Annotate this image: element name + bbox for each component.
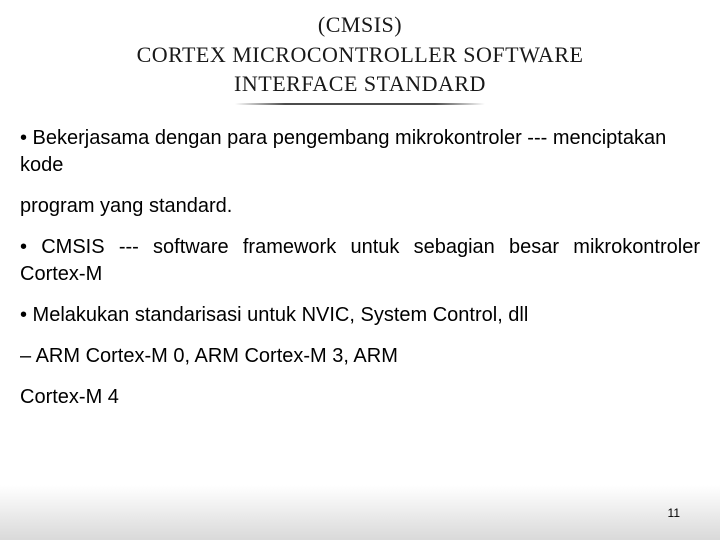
bullet-4: – ARM Cortex-M 0, ARM Cortex-M 3, ARM xyxy=(20,343,700,370)
bullet-2: • CMSIS --- software framework untuk seb… xyxy=(20,234,700,288)
slide: (CMSIS) CORTEX MICROCONTROLLER SOFTWARE … xyxy=(0,0,720,540)
title-underline xyxy=(235,103,485,105)
title-line-3: INTERFACE STANDARD xyxy=(20,69,700,99)
title-line-2: CORTEX MICROCONTROLLER SOFTWARE xyxy=(20,40,700,70)
bullet-1: • Bekerjasama dengan para pengembang mik… xyxy=(20,125,700,179)
slide-body: • Bekerjasama dengan para pengembang mik… xyxy=(20,125,700,411)
title-line-1: (CMSIS) xyxy=(20,10,700,40)
bottom-shadow xyxy=(0,485,720,540)
slide-title: (CMSIS) CORTEX MICROCONTROLLER SOFTWARE … xyxy=(20,10,700,105)
bullet-1-cont: program yang standard. xyxy=(20,193,700,220)
bullet-3: • Melakukan standarisasi untuk NVIC, Sys… xyxy=(20,302,700,329)
bullet-4-cont: Cortex-M 4 xyxy=(20,384,700,411)
page-number: 11 xyxy=(668,506,680,520)
